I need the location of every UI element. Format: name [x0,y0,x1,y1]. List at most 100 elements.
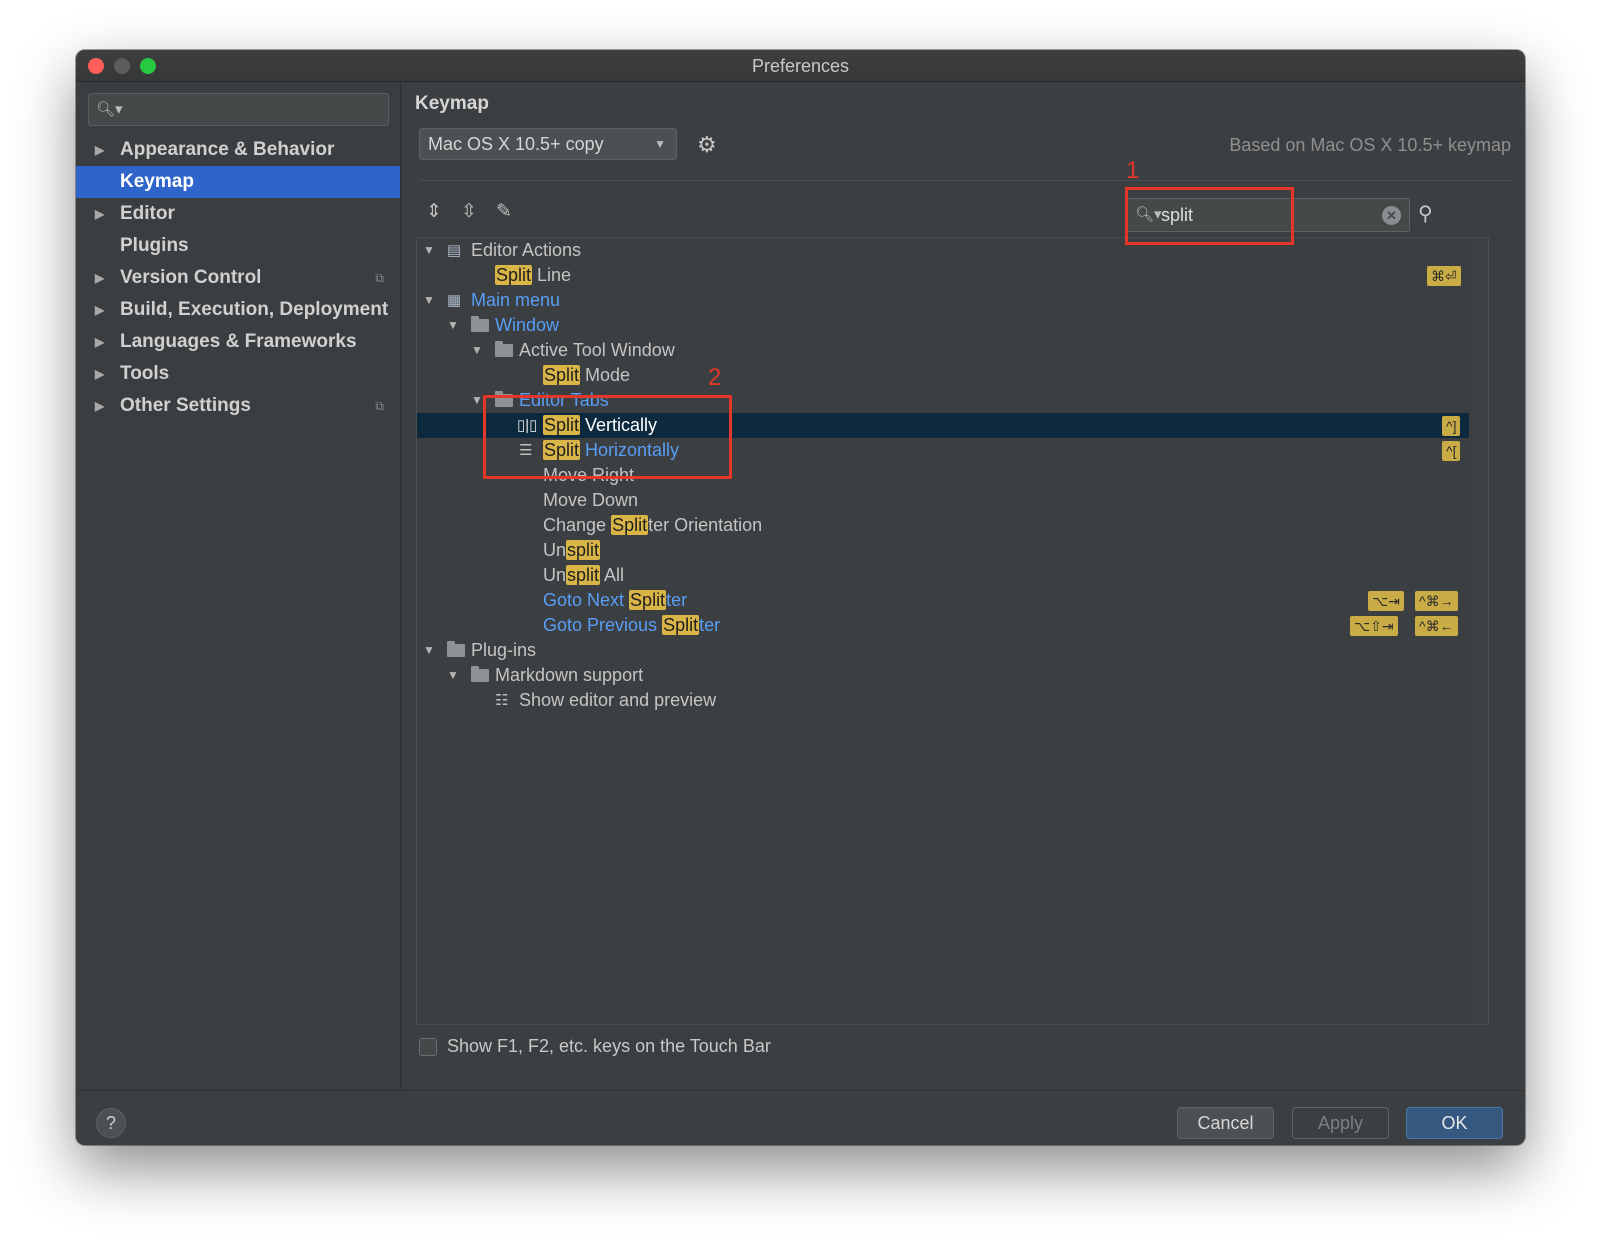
label-rest: ter Orientation [648,515,763,535]
chevron-down-icon: ▼ [654,137,666,151]
sidebar-item-label: Appearance & Behavior [120,139,335,160]
folder-icon [495,341,513,357]
collapse-arrow-icon[interactable]: ▼ [471,388,483,413]
tree-node-label: Main menu [471,290,561,310]
tree-node-goto-next-splitter[interactable]: Goto Next Splitter ⌥⇥ ^⌘→ [417,588,1469,613]
expand-arrow-icon[interactable]: ▶ [95,134,104,166]
window-title: Preferences [751,56,850,76]
tree-node-label: Goto Previous Splitter [543,613,720,638]
sidebar-item-keymap[interactable]: Keymap [76,166,400,198]
sidebar-item-plugins[interactable]: Plugins [76,230,400,262]
collapse-arrow-icon[interactable]: ▼ [423,238,435,263]
expand-arrow-icon[interactable]: ▶ [95,262,104,294]
find-by-shortcut-icon[interactable]: ⚲ [1418,201,1433,226]
label-pre: Un [543,565,567,585]
label-pre: Un [543,540,567,560]
sidebar-item-languages[interactable]: ▶ Languages & Frameworks [76,326,400,358]
gear-icon[interactable]: ⚙ [697,132,717,158]
keymap-select[interactable]: Mac OS X 10.5+ copy ▼ [419,128,677,160]
sidebar-item-label: Editor [120,203,175,224]
touchbar-checkbox[interactable] [419,1038,437,1056]
sidebar-item-label: Build, Execution, Deployment [120,299,389,320]
search-match: split [566,565,601,585]
settings-search-input[interactable]: 🔍︎▾ [88,93,389,126]
label-rest: ter [666,590,688,610]
tree-node-change-splitter-orientation[interactable]: Change Splitter Orientation [417,513,1469,538]
apply-button[interactable]: Apply [1292,1107,1389,1139]
tree-node-label: Markdown support [495,665,644,685]
expand-arrow-icon[interactable]: ▶ [95,390,104,422]
collapse-arrow-icon[interactable]: ▼ [447,663,459,688]
actions-tree: ▼ ▤ Editor Actions Split Line ⌘⏎ ▼ ▦ Mai… [416,237,1489,1025]
cancel-button[interactable]: Cancel [1177,1107,1274,1139]
annotation-number-1: 1 [1126,157,1140,184]
collapse-arrow-icon[interactable]: ▼ [447,313,459,338]
expand-all-icon[interactable]: ⇕ [423,201,445,223]
tree-node-move-down[interactable]: Move Down [417,488,1469,513]
sidebar-item-version-control[interactable]: ▶ Version Control ⧉ [76,262,400,294]
sidebar-item-build[interactable]: ▶ Build, Execution, Deployment [76,294,400,326]
tree-node-label: Show editor and preview [519,690,717,710]
dialog-button-bar: ? Cancel Apply OK [76,1090,1525,1145]
expand-arrow-icon[interactable]: ▶ [95,358,104,390]
tree-node-window[interactable]: ▼ Window [417,313,1469,338]
tree-node-label: Goto Next Splitter [543,588,687,613]
tree-node-label: Editor Actions [471,240,582,260]
shortcut-badge: ^] [1442,416,1461,436]
shortcut-badge: ^⌘→ [1415,591,1458,611]
expand-arrow-icon[interactable]: ▶ [95,198,104,230]
tree-node-label: Split Line [495,263,571,288]
tree-node-label: Plug-ins [471,640,537,660]
collapse-arrow-icon[interactable]: ▼ [471,338,483,363]
edit-pencil-icon[interactable]: ✎ [493,201,515,223]
ok-button[interactable]: OK [1406,1107,1503,1139]
search-match: Split [629,590,667,610]
keymap-panel: Keymap Mac OS X 10.5+ copy ▼ ⚙ Based on … [402,83,1525,1090]
sidebar-item-tools[interactable]: ▶ Tools [76,358,400,390]
tree-node-unsplit-all[interactable]: Unsplit All [417,563,1469,588]
tree-node-markdown-support[interactable]: ▼ Markdown support [417,663,1469,688]
sidebar-item-editor[interactable]: ▶ Editor [76,198,400,230]
copy-icon: ⧉ [375,399,384,413]
tree-node-plugins[interactable]: ▼ Plug-ins [417,638,1469,663]
copy-icon: ⧉ [375,271,384,285]
label-pre: Change [543,515,612,535]
expand-arrow-icon[interactable]: ▶ [95,326,104,358]
tree-node-label: Move Down [543,490,639,510]
shortcut-badge: ⌘⏎ [1427,266,1461,286]
help-button[interactable]: ? [96,1108,126,1138]
tree-node-unsplit[interactable]: Unsplit [417,538,1469,563]
tree-node-label: Window [495,315,560,335]
tree-node-active-tool-window[interactable]: ▼ Active Tool Window [417,338,1469,363]
collapse-all-icon[interactable]: ⇳ [458,201,480,223]
sidebar-item-other-settings[interactable]: ▶ Other Settings ⧉ [76,390,400,422]
shortcut-badge: ^[ [1442,441,1461,461]
annotation-box-editor-tabs [483,395,732,479]
sidebar-item-label: Plugins [120,235,189,256]
clear-search-icon[interactable]: ✕ [1382,206,1401,225]
collapse-arrow-icon[interactable]: ▼ [423,638,435,663]
tree-node-main-menu[interactable]: ▼ ▦ Main menu [417,288,1469,313]
tree-node-show-editor-preview[interactable]: ☷ Show editor and preview [417,688,1469,713]
collapse-arrow-icon[interactable]: ▼ [423,288,435,313]
label-pre: Goto Previous [543,615,663,635]
annotation-box-search [1125,187,1294,245]
tree-node-label: Active Tool Window [519,340,675,360]
scrollbar[interactable] [1472,238,1488,1024]
tree-node-label: Unsplit All [543,563,624,588]
main-menu-icon: ▦ [447,292,462,309]
tree-node-split-line[interactable]: Split Line ⌘⏎ [417,263,1469,288]
sidebar-item-appearance[interactable]: ▶ Appearance & Behavior [76,134,400,166]
based-on-label: Based on Mac OS X 10.5+ keymap [1229,135,1511,155]
divider [419,180,1511,181]
sidebar-item-label: Version Control [120,267,262,288]
tree-node-split-mode[interactable]: Split Mode [417,363,1469,388]
sidebar-item-label: Languages & Frameworks [120,331,357,352]
editor-actions-icon: ▤ [447,242,462,259]
search-icon: 🔍︎▾ [96,101,123,118]
tree-node-label: Unsplit [543,538,601,563]
expand-arrow-icon[interactable]: ▶ [95,294,104,326]
tree-node-goto-previous-splitter[interactable]: Goto Previous Splitter ⌥⇧⇥ ^⌘← [417,613,1469,638]
tree-node-editor-actions[interactable]: ▼ ▤ Editor Actions [417,238,1469,263]
folder-icon [447,641,465,657]
